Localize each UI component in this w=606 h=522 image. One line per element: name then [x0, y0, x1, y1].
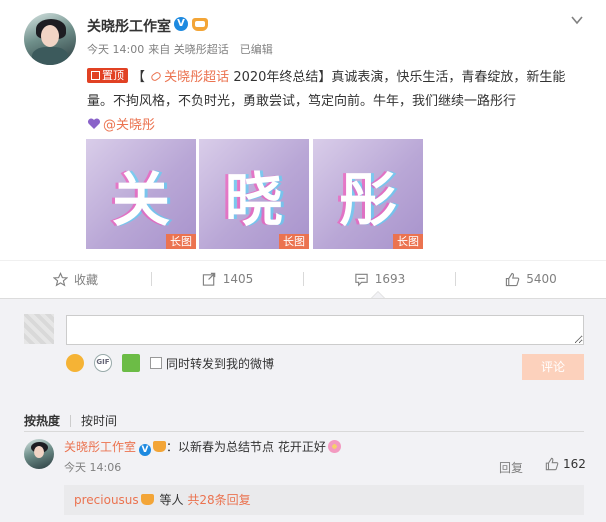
sub-replies[interactable]: preciousus 等人 共28条回复 — [64, 485, 584, 515]
long-image-tag: 长图 — [279, 234, 309, 249]
repost-icon — [202, 272, 215, 286]
sort-by-hot[interactable]: 按热度 — [24, 412, 60, 429]
post-time[interactable]: 今天 14:00 — [87, 43, 144, 56]
vip-crown-icon — [192, 18, 208, 31]
comment-like-button[interactable]: 162 — [545, 457, 586, 471]
post-source[interactable]: 来自 关晓彤超话 — [148, 43, 229, 56]
topic-title: 2020年终总结 — [233, 70, 319, 85]
pin-icon — [91, 71, 100, 80]
commenter-avatar[interactable] — [24, 439, 54, 469]
post-text: 置顶【 关晓彤超话 2020年终总结】真诚表演，快乐生活，青春绽放，新生能量。不… — [87, 68, 566, 133]
comment-text: ：以新春为总结节点 花开正好 — [166, 440, 326, 454]
verified-icon: V — [174, 17, 188, 31]
sort-by-time[interactable]: 按时间 — [81, 412, 117, 429]
verified-icon: V — [139, 444, 152, 456]
topic-link[interactable]: 关晓彤超话 — [149, 70, 229, 85]
like-button[interactable]: 5400 — [456, 261, 606, 297]
vip-crown-icon — [140, 494, 154, 505]
checkbox[interactable] — [150, 357, 162, 369]
comment-icon — [355, 273, 368, 286]
comment-content: 关晓彤工作室 V ：以新春为总结节点 花开正好 — [64, 438, 341, 456]
view-replies-link[interactable]: 共28条回复 — [187, 493, 250, 507]
emoji-icon[interactable] — [66, 354, 84, 372]
gif-icon[interactable]: GIF — [94, 354, 112, 372]
divider — [70, 414, 72, 427]
link-icon — [150, 70, 163, 83]
chevron-down-icon[interactable] — [571, 14, 583, 26]
forward-checkbox[interactable]: 同时转发到我的微博 — [150, 355, 274, 372]
author-avatar[interactable] — [24, 13, 76, 65]
sort-tabs: 按热度 按时间 — [24, 412, 117, 429]
submit-comment-button[interactable]: 评论 — [522, 354, 584, 380]
vip-crown-icon — [153, 441, 167, 452]
image-thumb-1[interactable]: 关 长图 — [86, 139, 196, 249]
pinned-badge: 置顶 — [87, 68, 128, 83]
author-name[interactable]: 关晓彤工作室 — [87, 16, 171, 36]
image-thumb-2[interactable]: 晓 长图 — [199, 139, 309, 249]
star-icon — [52, 271, 68, 286]
image-icon[interactable] — [122, 354, 140, 372]
repost-button[interactable]: 1405 — [152, 261, 303, 297]
comment-section: GIF 同时转发到我的微博 评论 按热度 按时间 关晓彤工作室 V ：以新春为总结节… — [0, 298, 606, 522]
comment-input[interactable] — [66, 315, 584, 345]
reply-button[interactable]: 回复 — [499, 459, 523, 476]
sub-reply-user[interactable]: preciousus — [74, 493, 139, 507]
image-thumb-3[interactable]: 彤 长图 — [313, 139, 423, 249]
purple-heart-icon — [87, 118, 101, 129]
thumbs-up-icon — [506, 272, 520, 286]
action-bar: 收藏 1405 1693 5400 — [0, 261, 606, 297]
comment-time: 今天 14:06 — [64, 461, 122, 474]
divider — [24, 431, 584, 432]
long-image-tag: 长图 — [393, 234, 423, 249]
long-image-tag: 长图 — [166, 234, 196, 249]
my-avatar — [24, 314, 54, 344]
comment-pointer — [371, 291, 385, 298]
mention-link[interactable]: @关晓彤 — [103, 118, 155, 133]
weibo-card: 关晓彤工作室 V 今天 14:00 来自 关晓彤超话 已编辑 置顶【 关晓彤超话 … — [0, 0, 606, 522]
post-meta: 今天 14:00 来自 关晓彤超话 已编辑 — [87, 41, 277, 57]
thumbs-up-icon — [545, 457, 559, 471]
favorite-button[interactable]: 收藏 — [0, 261, 151, 297]
commenter-name[interactable]: 关晓彤工作室 — [64, 440, 136, 454]
edited-label[interactable]: 已编辑 — [240, 43, 273, 56]
composer-tools: GIF 同时转发到我的微博 — [66, 353, 274, 373]
flower-emoji-icon — [327, 440, 341, 453]
